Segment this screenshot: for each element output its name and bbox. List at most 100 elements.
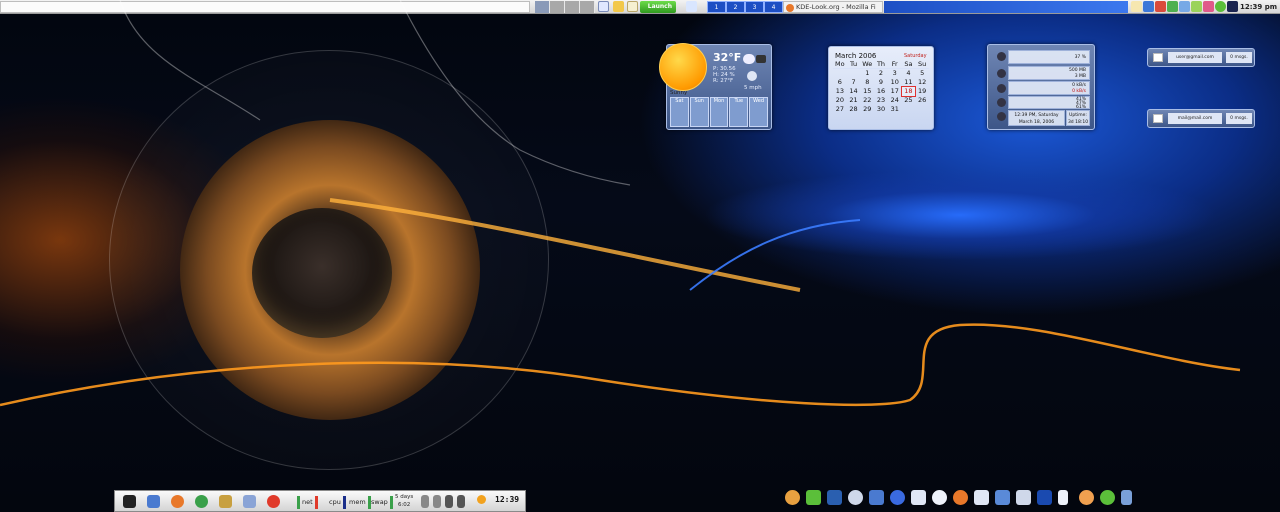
calendar-day[interactable]: 26 — [915, 96, 929, 105]
mail-count: 0 msgs. — [1226, 52, 1252, 63]
bottom-clock[interactable]: 12:39 — [495, 495, 519, 504]
calendar-day[interactable]: 5 — [915, 69, 929, 78]
forecast-day-label: Tue — [734, 98, 744, 104]
mail-widget-2[interactable]: mail@mail.com 0 msgs. — [1147, 109, 1255, 128]
calendar-day[interactable]: 27 — [833, 105, 847, 114]
calendar-day[interactable]: 31 — [888, 105, 902, 114]
dock-kde-icon[interactable] — [785, 490, 800, 505]
dock-ship-icon[interactable] — [1016, 490, 1031, 505]
forecast-day: Wed — [749, 97, 768, 127]
calendar-day[interactable]: 10 — [888, 78, 902, 87]
calendar-day[interactable]: 12 — [915, 78, 929, 87]
firefox-icon[interactable] — [171, 495, 184, 508]
calendar-day[interactable]: 8 — [860, 78, 874, 87]
calendar-day[interactable]: 19 — [915, 87, 929, 96]
sysmon-net-row: 0 kB/s 0 kB/s — [1008, 81, 1090, 95]
calendar-day[interactable]: 3 — [888, 69, 902, 78]
clock-icon — [997, 112, 1006, 121]
uptime-applet[interactable]: 5 days 6:02 — [395, 493, 413, 509]
kmenu-icon[interactable] — [147, 495, 160, 508]
mail-icon — [1153, 53, 1163, 62]
calendar-header: Tu — [846, 60, 861, 69]
calendar-day[interactable]: 7 — [847, 78, 861, 87]
weather-sun-icon[interactable] — [477, 495, 486, 504]
calendar-header: Su — [915, 60, 929, 69]
printer-icon[interactable] — [243, 495, 256, 508]
dock-bluetooth-icon[interactable] — [1037, 490, 1052, 505]
dock-settings-icon[interactable] — [806, 490, 821, 505]
dock-brush-icon[interactable] — [995, 490, 1010, 505]
dock-smiley-icon[interactable] — [1100, 490, 1115, 505]
cpu-label: cpu — [329, 498, 341, 506]
dock-trash-icon[interactable] — [1121, 490, 1132, 505]
calendar-day[interactable]: 2 — [874, 69, 888, 78]
weather-condition: Sunny — [670, 90, 688, 96]
network-icon[interactable] — [195, 495, 208, 508]
calendar-day[interactable]: 16 — [874, 87, 888, 96]
calendar-day[interactable]: 1 — [860, 69, 874, 78]
lock-icon[interactable] — [445, 495, 453, 508]
swap-meter[interactable]: swap — [371, 494, 395, 510]
calendar-day[interactable]: 11 — [902, 78, 916, 87]
calendar-day[interactable]: 6 — [833, 78, 847, 87]
calendar-day[interactable]: 21 — [847, 96, 861, 105]
arrow-right-icon[interactable] — [433, 495, 441, 508]
sysmon-uptime-row: Uptime: 3d 18:10 — [1066, 110, 1090, 126]
calendar-day[interactable]: 28 — [847, 105, 861, 114]
dock-globe-icon[interactable] — [890, 490, 905, 505]
forecast-day: Mon — [709, 97, 729, 127]
calendar-day[interactable]: 30 — [874, 105, 888, 114]
tools-icon[interactable] — [219, 495, 232, 508]
mail-count: 0 msgs. — [1226, 113, 1252, 124]
calendar-day[interactable]: 9 — [874, 78, 888, 87]
sysmon-datetime-row: 12:39 PM, Saturday March 18, 2006 — [1008, 110, 1065, 126]
calendar-day[interactable]: 17 — [888, 87, 902, 96]
sysmon-mem-row: 500 MB 3 MB — [1008, 66, 1090, 80]
calendar-day[interactable]: 15 — [860, 87, 874, 96]
calendar-day[interactable]: 29 — [860, 105, 874, 114]
mem-value: 500 MB — [1069, 68, 1086, 73]
dock-ipod-icon[interactable] — [1058, 490, 1068, 505]
calendar-day[interactable]: 18 — [900, 86, 917, 97]
calendar-month: March 2006 — [835, 52, 877, 60]
forecast-day-label: Sun — [694, 98, 704, 104]
net-bar-2 — [314, 495, 318, 509]
calendar-day[interactable]: 13 — [833, 87, 847, 96]
cpu-meter[interactable]: cpu — [329, 494, 348, 510]
weather-temperature: 32°F — [713, 51, 742, 64]
dock-disc-icon[interactable] — [1079, 490, 1094, 505]
dock-mail-icon[interactable] — [974, 490, 989, 505]
weather-wind: 5 mph — [744, 85, 762, 91]
sysmon-datetime: 12:39 PM, Saturday — [1014, 113, 1059, 118]
network-icon — [997, 84, 1006, 93]
dock-window-icon[interactable] — [827, 490, 842, 505]
calendar-day[interactable]: 20 — [833, 96, 847, 105]
calendar-day[interactable]: 24 — [888, 96, 902, 105]
calendar-day[interactable]: 4 — [902, 69, 916, 78]
wind-icon — [747, 71, 757, 81]
arrow-left-icon[interactable] — [421, 495, 429, 508]
settings-icon[interactable] — [756, 55, 766, 63]
calendar-today-label: Saturday — [904, 53, 927, 59]
cloud-icon — [743, 54, 755, 64]
logout-icon[interactable] — [457, 495, 465, 508]
mail-widget-1[interactable]: user@gmail.com 0 msgs. — [1147, 48, 1255, 67]
forecast-day: Sun — [689, 97, 709, 127]
dock-computer-icon[interactable] — [869, 490, 884, 505]
cpu-value: 37 % — [1074, 55, 1086, 60]
dock-chat-icon[interactable] — [932, 490, 947, 505]
dock-monitor-icon[interactable] — [911, 490, 926, 505]
calendar-day[interactable]: 14 — [847, 87, 861, 96]
dock-firefox-icon[interactable] — [953, 490, 968, 505]
dock-cloud-icon[interactable] — [848, 490, 863, 505]
calendar-day[interactable]: 22 — [860, 96, 874, 105]
help-icon[interactable] — [267, 495, 280, 508]
mem-meter[interactable]: mem — [349, 494, 373, 510]
net-label: net — [302, 498, 313, 506]
calendar-day[interactable]: 23 — [874, 96, 888, 105]
calendar-day — [833, 69, 847, 78]
calendar-day[interactable]: 25 — [902, 96, 916, 105]
net-meter[interactable]: net — [297, 494, 320, 510]
terminal-icon[interactable] — [123, 495, 136, 508]
forecast-row: Sat Sun Mon Tue Wed — [670, 97, 768, 127]
